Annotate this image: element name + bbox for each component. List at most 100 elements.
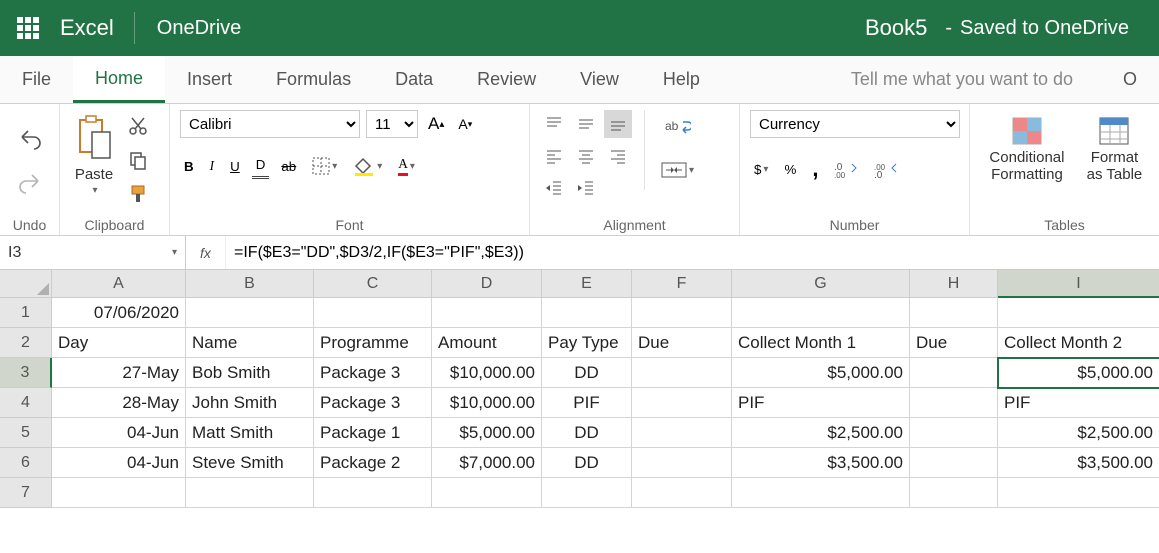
name-box[interactable]: I3 ▾: [0, 236, 186, 269]
cell-g2[interactable]: Collect Month 1: [732, 328, 910, 358]
col-header-b[interactable]: B: [186, 270, 314, 298]
cell-a1[interactable]: 07/06/2020: [52, 298, 186, 328]
comma-format-button[interactable]: ,: [808, 152, 822, 186]
cell-f6[interactable]: [632, 448, 732, 478]
save-status[interactable]: Saved to OneDrive: [960, 17, 1159, 40]
fx-button[interactable]: fx: [186, 236, 226, 269]
cell-a5[interactable]: 04-Jun: [52, 418, 186, 448]
strikethrough-button[interactable]: ab: [277, 155, 300, 178]
menu-overflow[interactable]: O: [1101, 56, 1159, 103]
col-header-g[interactable]: G: [732, 270, 910, 298]
cell-a3[interactable]: 27-May: [52, 358, 186, 388]
cell-i6[interactable]: $3,500.00: [998, 448, 1159, 478]
cell-b7[interactable]: [186, 478, 314, 508]
app-launcher-button[interactable]: [0, 17, 56, 39]
storage-location[interactable]: OneDrive: [135, 17, 241, 40]
cell-g1[interactable]: [732, 298, 910, 328]
col-header-h[interactable]: H: [910, 270, 998, 298]
cell-a6[interactable]: 04-Jun: [52, 448, 186, 478]
col-header-i[interactable]: I: [998, 270, 1159, 298]
menu-formulas[interactable]: Formulas: [254, 56, 373, 103]
conditional-formatting-button[interactable]: Conditional Formatting: [980, 110, 1074, 187]
font-family-select[interactable]: Calibri: [180, 110, 360, 138]
cell-d6[interactable]: $7,000.00: [432, 448, 542, 478]
align-top-button[interactable]: [540, 110, 568, 138]
cell-d2[interactable]: Amount: [432, 328, 542, 358]
undo-button[interactable]: [14, 125, 46, 155]
col-header-f[interactable]: F: [632, 270, 732, 298]
menu-help[interactable]: Help: [641, 56, 722, 103]
cell-b4[interactable]: John Smith: [186, 388, 314, 418]
align-middle-button[interactable]: [572, 110, 600, 138]
cell-c5[interactable]: Package 1: [314, 418, 432, 448]
row-header-5[interactable]: 5: [0, 418, 52, 448]
fill-color-button[interactable]: ▾: [349, 152, 386, 180]
col-header-d[interactable]: D: [432, 270, 542, 298]
cell-h6[interactable]: [910, 448, 998, 478]
bold-button[interactable]: B: [180, 155, 198, 178]
cell-c4[interactable]: Package 3: [314, 388, 432, 418]
cell-f4[interactable]: [632, 388, 732, 418]
formula-input[interactable]: [226, 236, 1159, 269]
row-header-2[interactable]: 2: [0, 328, 52, 358]
cell-c7[interactable]: [314, 478, 432, 508]
cell-e5[interactable]: DD: [542, 418, 632, 448]
cell-h7[interactable]: [910, 478, 998, 508]
cell-e7[interactable]: [542, 478, 632, 508]
menu-review[interactable]: Review: [455, 56, 558, 103]
cell-h1[interactable]: [910, 298, 998, 328]
tell-me-search[interactable]: Tell me what you want to do: [823, 56, 1101, 103]
col-header-a[interactable]: A: [52, 270, 186, 298]
align-left-button[interactable]: [540, 142, 568, 170]
align-center-button[interactable]: [572, 142, 600, 170]
cell-i3[interactable]: $5,000.00: [998, 358, 1159, 388]
cell-c6[interactable]: Package 2: [314, 448, 432, 478]
double-underline-button[interactable]: D: [252, 153, 270, 179]
cell-g6[interactable]: $3,500.00: [732, 448, 910, 478]
merge-center-button[interactable]: ▾: [657, 156, 698, 184]
cell-d4[interactable]: $10,000.00: [432, 388, 542, 418]
cell-a7[interactable]: [52, 478, 186, 508]
accounting-format-button[interactable]: $▾: [750, 158, 772, 181]
menu-data[interactable]: Data: [373, 56, 455, 103]
percent-format-button[interactable]: %: [780, 158, 800, 181]
cell-b1[interactable]: [186, 298, 314, 328]
cell-f3[interactable]: [632, 358, 732, 388]
cell-e6[interactable]: DD: [542, 448, 632, 478]
row-header-3[interactable]: 3: [0, 358, 52, 388]
cell-f2[interactable]: Due: [632, 328, 732, 358]
select-all-corner[interactable]: [0, 270, 52, 298]
cell-f7[interactable]: [632, 478, 732, 508]
cell-a4[interactable]: 28-May: [52, 388, 186, 418]
decrease-font-button[interactable]: A▾: [454, 112, 476, 136]
menu-file[interactable]: File: [0, 56, 73, 103]
cell-b6[interactable]: Steve Smith: [186, 448, 314, 478]
cut-button[interactable]: [124, 112, 152, 140]
cell-f5[interactable]: [632, 418, 732, 448]
cell-d7[interactable]: [432, 478, 542, 508]
app-name[interactable]: Excel: [56, 12, 135, 44]
decrease-indent-button[interactable]: [540, 174, 568, 202]
row-header-6[interactable]: 6: [0, 448, 52, 478]
cell-h2[interactable]: Due: [910, 328, 998, 358]
row-header-7[interactable]: 7: [0, 478, 52, 508]
increase-decimal-button[interactable]: .0.00: [830, 156, 862, 182]
decrease-decimal-button[interactable]: .00.0: [870, 156, 902, 182]
copy-button[interactable]: [124, 146, 152, 174]
cell-g4[interactable]: PIF: [732, 388, 910, 418]
cell-c2[interactable]: Programme: [314, 328, 432, 358]
cell-i7[interactable]: [998, 478, 1159, 508]
borders-button[interactable]: ▾: [308, 153, 341, 179]
cell-i5[interactable]: $2,500.00: [998, 418, 1159, 448]
align-right-button[interactable]: [604, 142, 632, 170]
cell-d1[interactable]: [432, 298, 542, 328]
cell-g7[interactable]: [732, 478, 910, 508]
spreadsheet-grid[interactable]: A B C D E F G H I 1 07/06/2020 2 Day Nam…: [0, 270, 1159, 508]
cell-a2[interactable]: Day: [52, 328, 186, 358]
col-header-e[interactable]: E: [542, 270, 632, 298]
cell-d5[interactable]: $5,000.00: [432, 418, 542, 448]
cell-d3[interactable]: $10,000.00: [432, 358, 542, 388]
redo-button[interactable]: [14, 169, 46, 199]
increase-indent-button[interactable]: [572, 174, 600, 202]
row-header-4[interactable]: 4: [0, 388, 52, 418]
